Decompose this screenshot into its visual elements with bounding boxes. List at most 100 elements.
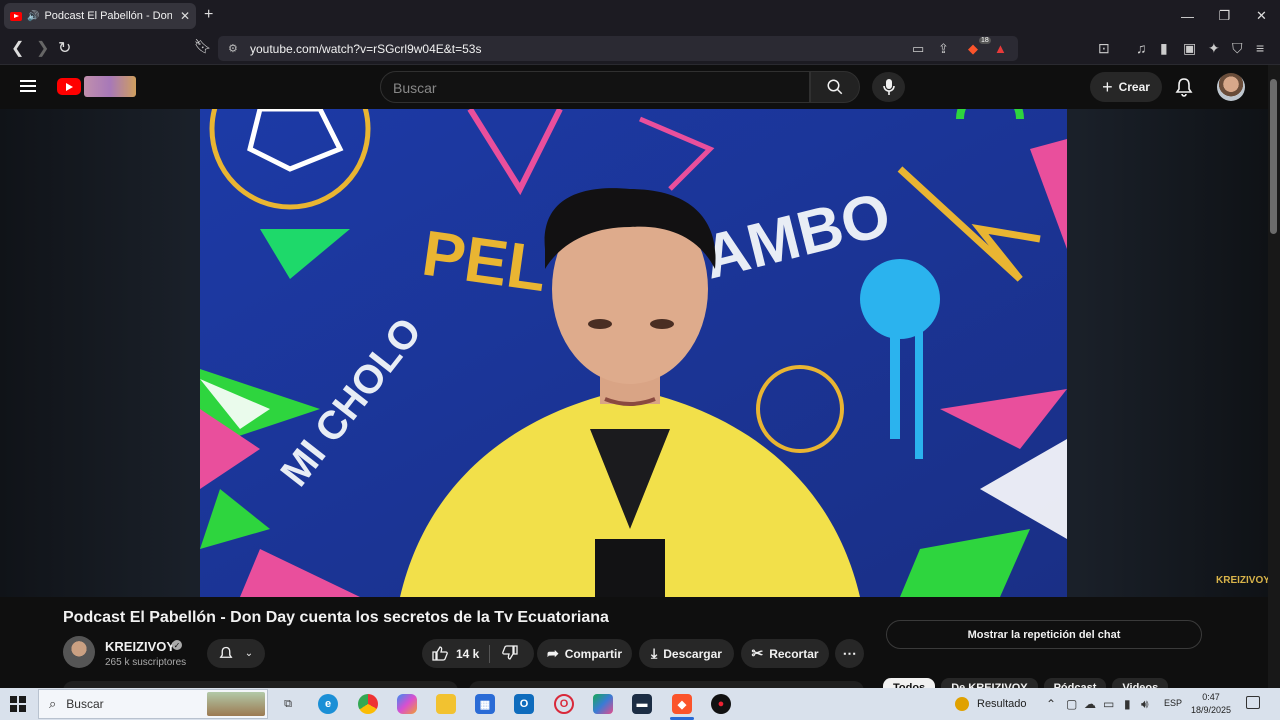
- chip-all[interactable]: Todos: [883, 678, 936, 688]
- tab-search-icon[interactable]: ⊡: [1098, 40, 1110, 57]
- bookmark-icon[interactable]: 🔖︎: [194, 38, 212, 55]
- notifications-icon[interactable]: [1246, 696, 1260, 709]
- dark-app-icon[interactable]: ▬: [632, 694, 652, 714]
- create-button[interactable]: + Crear: [1090, 72, 1162, 102]
- clip-button[interactable]: ✂ Recortar: [741, 639, 829, 668]
- tab-title: Podcast El Pabellón - Don Day: [44, 10, 173, 22]
- hamburger-menu-icon[interactable]: [20, 80, 36, 92]
- close-window-button[interactable]: ✕: [1243, 0, 1280, 32]
- cast-icon[interactable]: ▭: [912, 41, 924, 57]
- search-highlight-image: [207, 692, 265, 716]
- thumbs-down-icon: [502, 644, 519, 660]
- user-avatar[interactable]: [1217, 73, 1245, 101]
- colorful-app-icon[interactable]: [593, 694, 613, 714]
- sidebar-icon[interactable]: ▮: [1160, 40, 1168, 57]
- clock[interactable]: 0:47 18/9/2025: [1191, 691, 1231, 717]
- copilot-icon[interactable]: [397, 694, 417, 714]
- dislike-button[interactable]: [502, 644, 519, 663]
- youtube-header: + Crear: [0, 65, 1268, 109]
- channel-name[interactable]: KREIZIVOY: [105, 639, 175, 654]
- plus-icon: +: [1102, 76, 1113, 97]
- leo-ai-icon[interactable]: ✦: [1208, 40, 1220, 57]
- channel-avatar[interactable]: [63, 636, 95, 668]
- menu-icon[interactable]: ≡: [1256, 40, 1264, 56]
- meet-icon[interactable]: ▢: [1066, 697, 1077, 711]
- minimize-button[interactable]: —: [1169, 0, 1206, 32]
- like-button[interactable]: 14 k: [432, 646, 479, 661]
- volume-icon[interactable]: 🔊︎: [1141, 697, 1149, 712]
- scissors-icon: ✂: [751, 645, 764, 661]
- search-button[interactable]: [810, 71, 860, 103]
- channel-watermark[interactable]: KREIZIVOY: [1216, 575, 1270, 586]
- share-page-icon[interactable]: ⇪: [938, 41, 949, 57]
- microsoft-store-icon[interactable]: ▦: [475, 694, 495, 714]
- reload-icon[interactable]: ↻: [58, 38, 71, 58]
- file-explorer-icon[interactable]: [436, 694, 456, 714]
- media-icon[interactable]: ♫: [1136, 40, 1147, 56]
- maximize-button[interactable]: ❐: [1206, 0, 1243, 32]
- notifications-bell-icon[interactable]: [1175, 77, 1193, 97]
- taskbar-search[interactable]: ⌕ Buscar: [38, 689, 268, 719]
- chevron-down-icon: ⌄: [244, 648, 254, 659]
- browser-tab[interactable]: 🔊 Podcast El Pabellón - Don Day ✕: [4, 3, 196, 29]
- windows-taskbar: ⌕ Buscar ⧉ e ▦ O O ▬ ◆ ● Resultado ⌃ ▢ ☁…: [0, 688, 1280, 720]
- page-scrollbar[interactable]: [1268, 65, 1280, 688]
- speaker-icon[interactable]: 🔊: [27, 11, 39, 22]
- share-label: Compartir: [564, 646, 623, 661]
- download-button[interactable]: ⤓ Descargar: [639, 639, 734, 668]
- more-actions-button[interactable]: ⋯: [835, 639, 864, 668]
- search-input[interactable]: [393, 78, 793, 98]
- window-controls: — ❐ ✕: [1169, 0, 1280, 32]
- show-chat-replay-button[interactable]: Mostrar la repetición del chat: [886, 620, 1202, 649]
- tray-overflow-icon[interactable]: ⌃: [1046, 697, 1056, 711]
- search-box[interactable]: [380, 71, 810, 103]
- chip-videos[interactable]: Videos: [1112, 678, 1169, 688]
- vpn-icon[interactable]: ⛉: [1232, 40, 1243, 57]
- chip-from-channel[interactable]: De KREIZIVOY: [941, 678, 1038, 688]
- brave-rewards-icon[interactable]: ▲: [994, 41, 1007, 56]
- share-button[interactable]: ➦ Compartir: [537, 639, 632, 668]
- task-view-icon[interactable]: ⧉: [278, 694, 298, 714]
- weather-icon: [955, 697, 969, 711]
- language-indicator[interactable]: ESP: [1164, 698, 1182, 708]
- subscriber-count: 265 k suscriptores: [105, 657, 187, 668]
- youtube-logo-icon[interactable]: [57, 78, 81, 95]
- bell-icon: [219, 646, 233, 658]
- like-dislike-group: 14 k: [422, 639, 534, 668]
- scrollbar-thumb[interactable]: [1270, 79, 1277, 234]
- edge-icon[interactable]: e: [318, 694, 338, 714]
- subscription-bell-button[interactable]: ⌄: [207, 639, 265, 668]
- tab-close-icon[interactable]: ✕: [180, 9, 190, 23]
- search-icon: ⌕: [49, 696, 57, 711]
- forward-icon[interactable]: ❯: [36, 38, 49, 58]
- microphone-tray-icon[interactable]: ▮: [1124, 697, 1131, 711]
- chip-podcast[interactable]: Pódcast: [1043, 678, 1107, 688]
- network-icon[interactable]: ▭: [1103, 697, 1114, 711]
- chrome-icon[interactable]: [358, 694, 378, 714]
- onedrive-icon[interactable]: ☁: [1084, 697, 1096, 711]
- youtube-doodle-image[interactable]: [84, 76, 136, 97]
- site-info-icon[interactable]: ⚙: [228, 42, 238, 55]
- brave-icon[interactable]: ◆: [672, 694, 692, 714]
- video-player-area[interactable]: PEL AMBO MI CHOLO KREIZIVOY: [0, 109, 1270, 597]
- brave-shields-icon[interactable]: ◆: [968, 41, 978, 57]
- download-icon: ⤓: [651, 645, 658, 661]
- wallet-icon[interactable]: ▣: [1183, 40, 1196, 57]
- search-icon: [827, 79, 843, 95]
- opera-icon[interactable]: O: [554, 694, 574, 714]
- address-url[interactable]: youtube.com/watch?v=rSGcrl9w04E&t=53s: [250, 42, 481, 56]
- taskbar-search-label: Buscar: [66, 697, 104, 711]
- record-app-icon[interactable]: ●: [711, 694, 731, 714]
- new-tab-button[interactable]: +: [204, 6, 213, 24]
- back-icon[interactable]: ❮: [11, 38, 24, 58]
- browser-nav-bar: ❮ ❯ ↻ 🔖︎ ⚙ youtube.com/watch?v=rSGcrl9w0…: [0, 32, 1280, 65]
- outlook-icon[interactable]: O: [514, 694, 534, 714]
- related-filter-chips: Todos De KREIZIVOY Pódcast Videos: [883, 678, 1169, 688]
- video-frame[interactable]: PEL AMBO MI CHOLO: [200, 109, 1067, 597]
- video-still-image: PEL AMBO MI CHOLO: [200, 109, 1067, 597]
- voice-search-button[interactable]: [872, 72, 905, 102]
- address-bar[interactable]: ⚙ youtube.com/watch?v=rSGcrl9w04E&t=53s …: [218, 36, 1018, 61]
- weather-widget[interactable]: Resultado: [955, 697, 1027, 711]
- like-divider: [489, 644, 491, 663]
- windows-start-icon[interactable]: [10, 696, 26, 712]
